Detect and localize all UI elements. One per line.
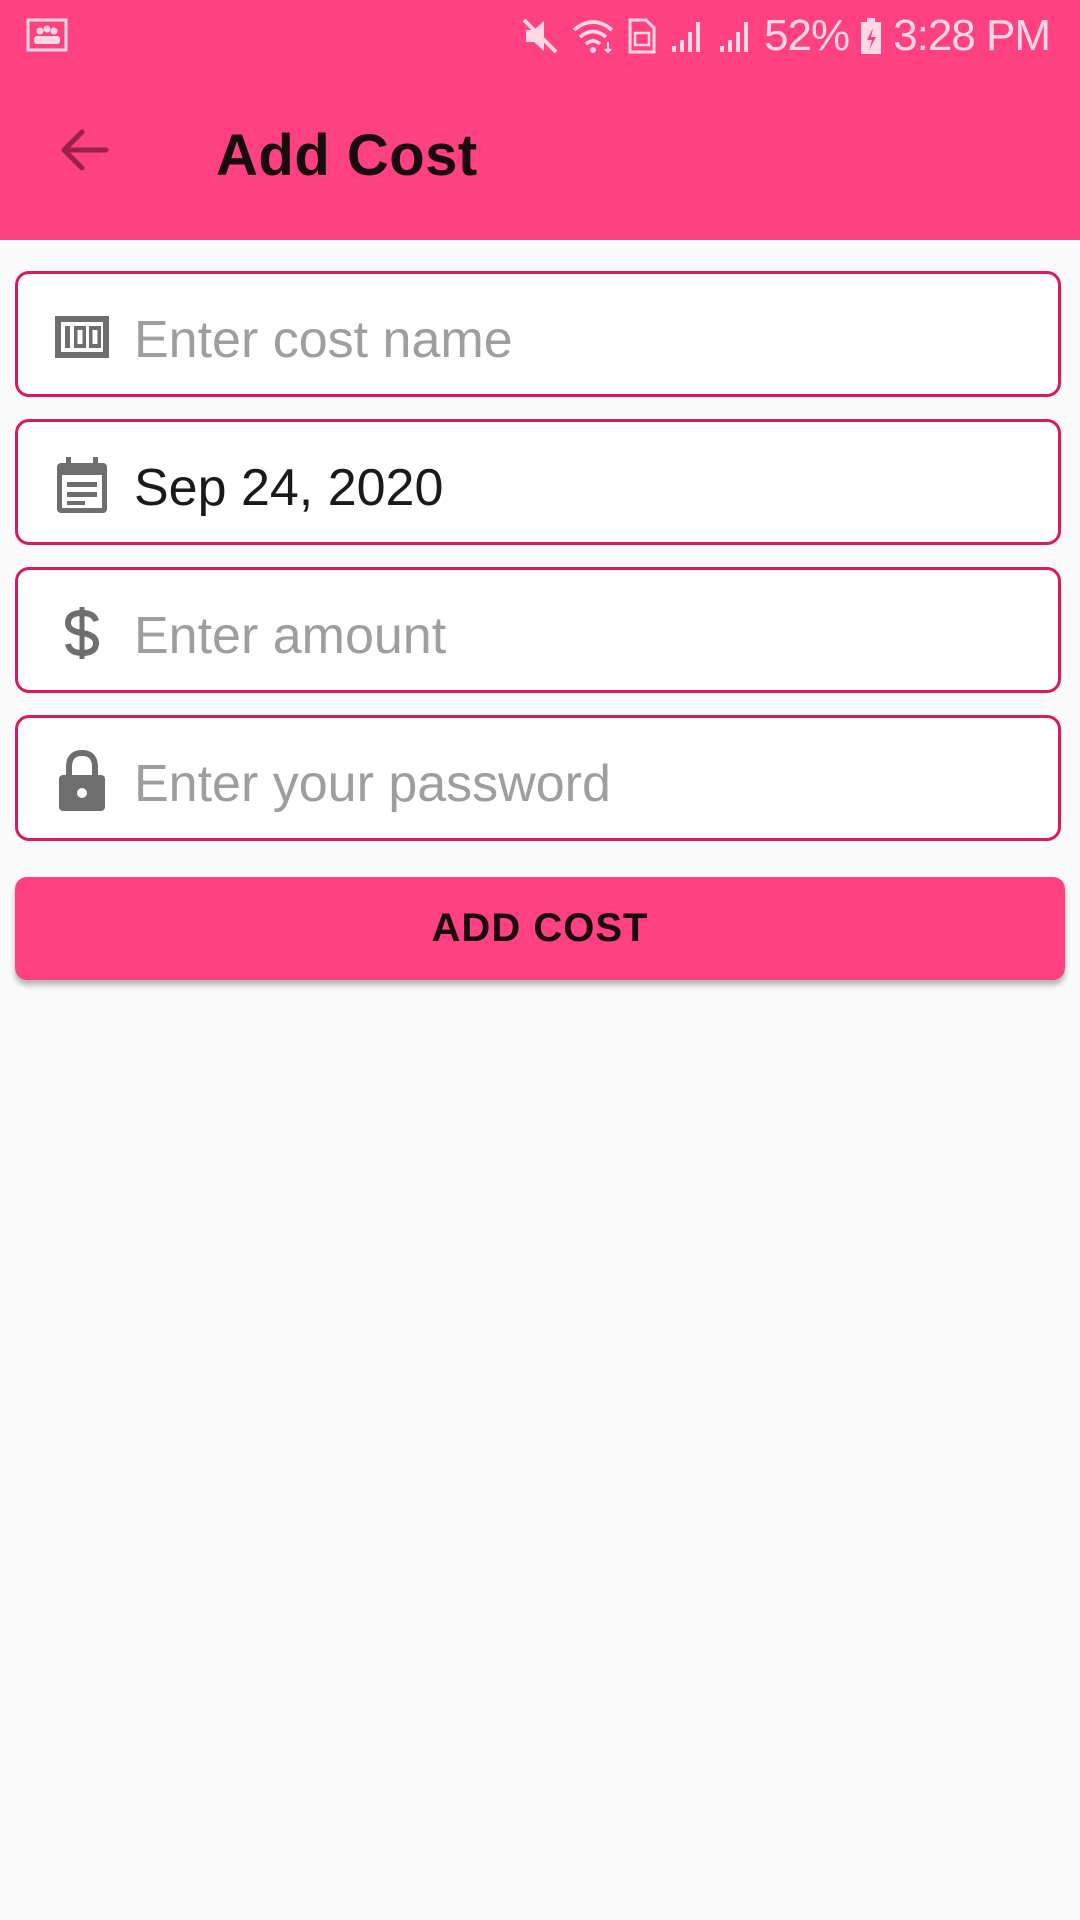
password-input[interactable]: Enter your password [134, 754, 611, 814]
app-bar: 52% 3:28 PM Add Cost [0, 0, 1080, 240]
battery-charging-icon [859, 16, 883, 56]
status-icons: 52% 3:28 PM [520, 10, 1051, 62]
calendar-icon [52, 455, 112, 515]
lock-icon [52, 749, 112, 811]
arrow-back-icon [56, 122, 112, 183]
counter-100-icon [52, 307, 112, 367]
clock: 3:28 PM [893, 11, 1051, 60]
gallery-notification-icon [26, 18, 68, 52]
signal-icon [668, 16, 706, 56]
back-button[interactable] [44, 112, 124, 192]
date-field[interactable]: Sep 24, 2020 [15, 419, 1061, 545]
cost-name-field[interactable]: Enter cost name [15, 271, 1061, 397]
wifi-icon [570, 16, 616, 56]
signal-icon [716, 16, 754, 56]
toolbar: Add Cost [0, 72, 1080, 240]
password-field[interactable]: Enter your password [15, 715, 1061, 841]
date-value[interactable]: Sep 24, 2020 [134, 458, 443, 518]
cost-name-input[interactable]: Enter cost name [134, 310, 513, 370]
battery-percent: 52% [764, 11, 850, 60]
dollar-icon [52, 603, 112, 663]
sim-icon [626, 16, 658, 56]
status-bar: 52% 3:28 PM [0, 0, 1080, 72]
amount-input[interactable]: Enter amount [134, 606, 446, 666]
amount-field[interactable]: Enter amount [15, 567, 1061, 693]
add-cost-button[interactable]: ADD COST [15, 877, 1065, 980]
mute-icon [520, 16, 560, 56]
page-title: Add Cost [216, 123, 478, 188]
